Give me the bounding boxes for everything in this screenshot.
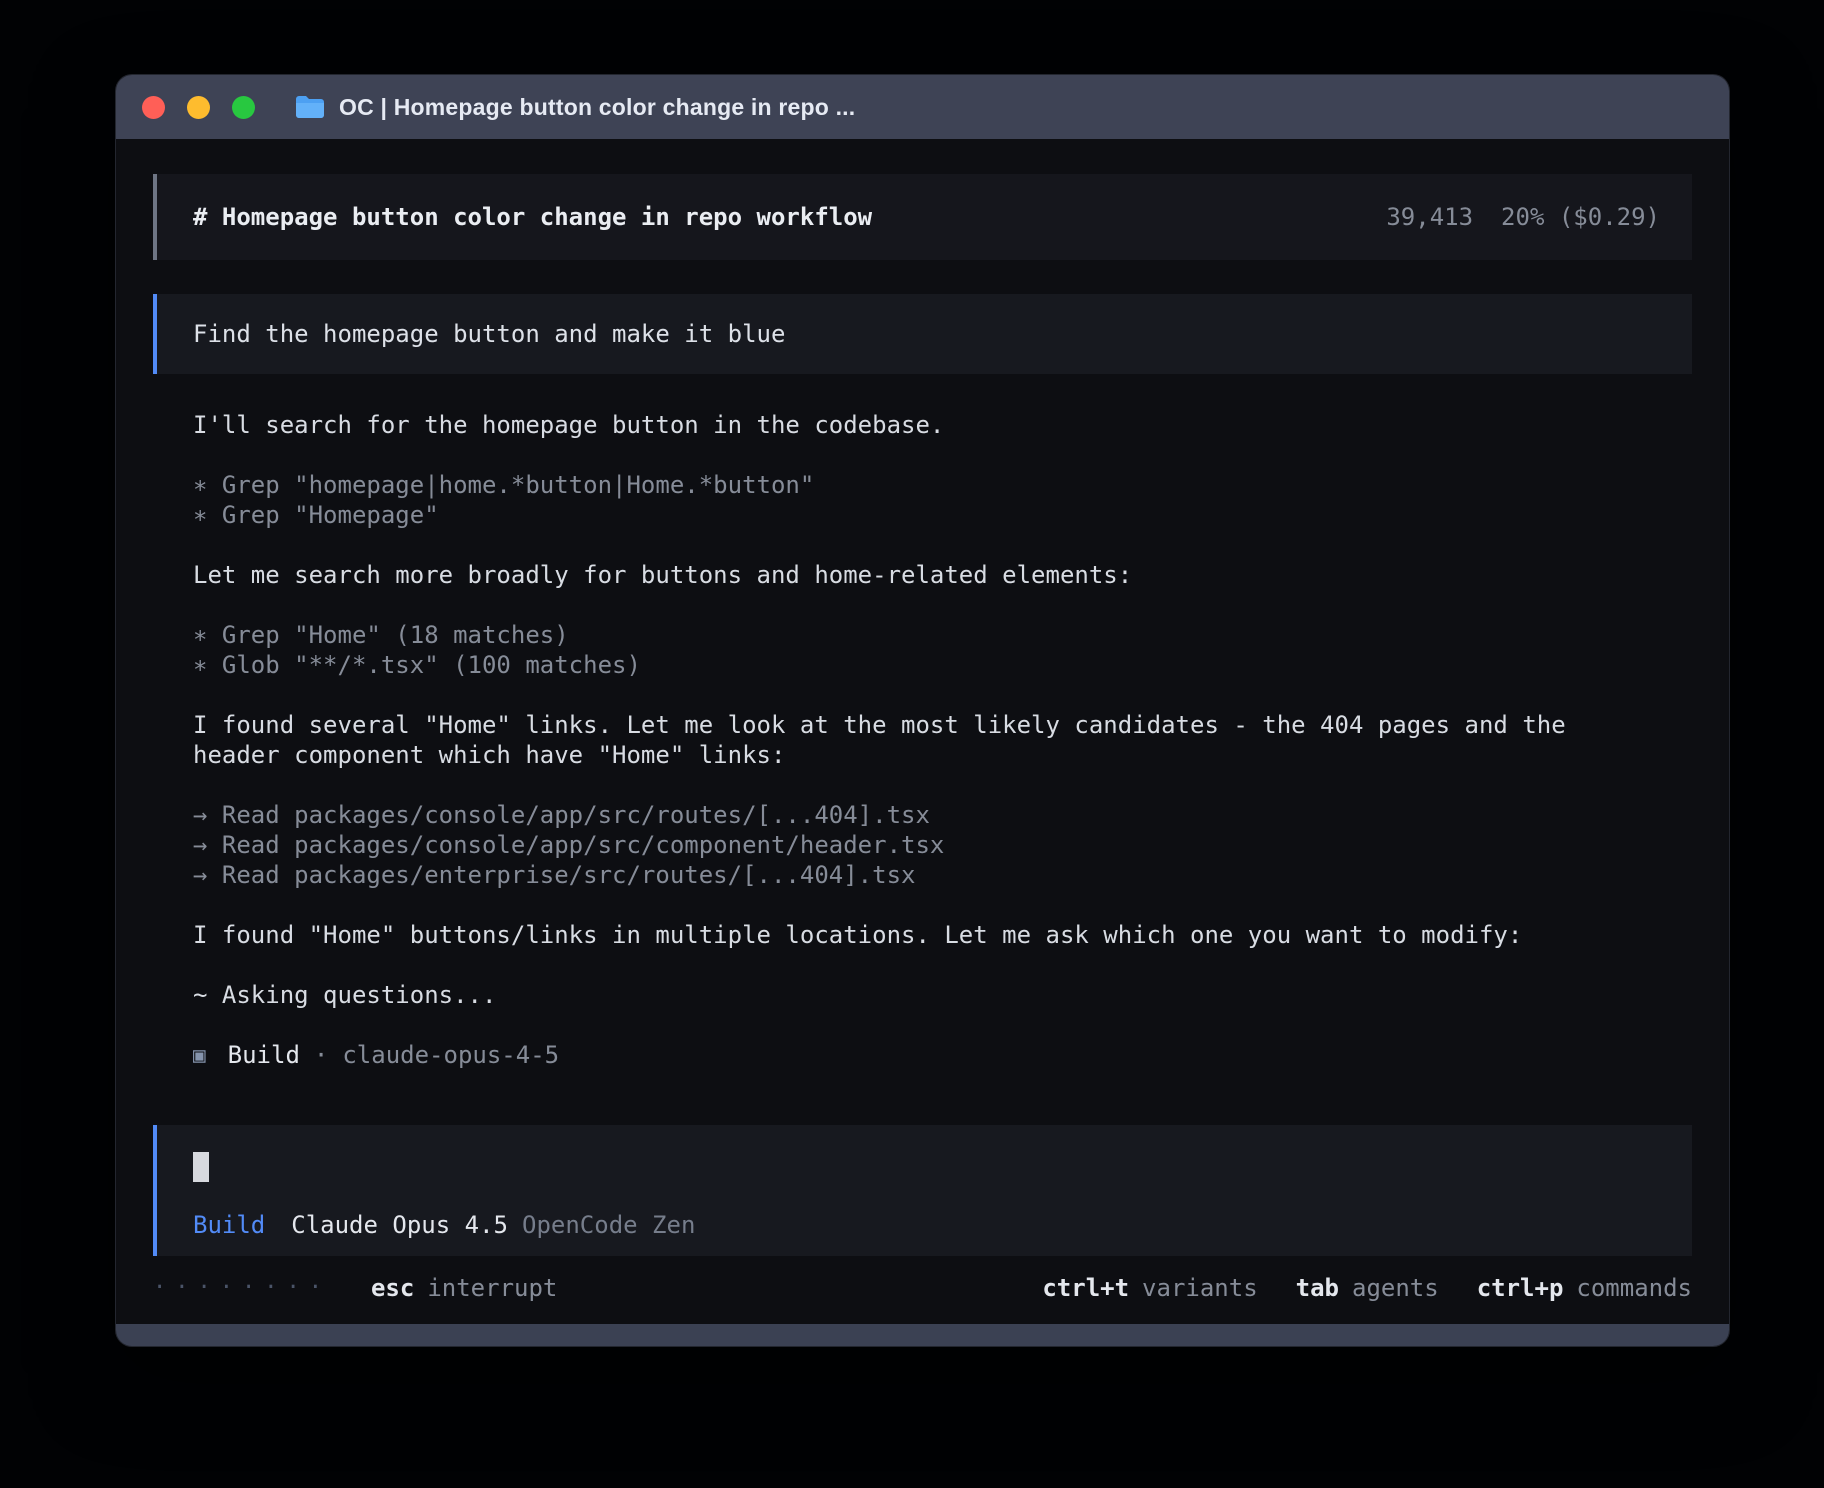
provider-label: OpenCode Zen: [522, 1210, 695, 1240]
hint-commands: ctrl+p commands: [1477, 1273, 1692, 1303]
status-bar: ········ esc interrupt ctrl+t variants t…: [116, 1256, 1729, 1324]
context-cost: 20% ($0.29): [1501, 202, 1660, 232]
title-group: OC | Homepage button color change in rep…: [295, 94, 855, 121]
variants-key: ctrl+t: [1042, 1273, 1129, 1303]
agent-icon: ▣: [193, 1040, 206, 1070]
model-label: Claude Opus 4.5: [291, 1210, 508, 1240]
mode-label[interactable]: Build: [193, 1210, 265, 1240]
status-left: ········ esc interrupt: [153, 1273, 557, 1303]
folder-icon: [295, 95, 325, 119]
terminal-content: # Homepage button color change in repo w…: [116, 139, 1729, 1256]
agent-separator: ·: [314, 1040, 328, 1070]
text-cursor: [193, 1152, 209, 1182]
spinner-dots: ········: [153, 1273, 331, 1303]
window-titlebar[interactable]: OC | Homepage button color change in rep…: [116, 75, 1729, 139]
agent-name: Build: [228, 1040, 300, 1070]
zoom-button[interactable]: [232, 96, 255, 119]
commands-key: ctrl+p: [1477, 1273, 1564, 1303]
user-message-text: Find the homepage button and make it blu…: [193, 320, 785, 348]
variants-label: variants: [1142, 1273, 1258, 1303]
tool-call-glob: ∗ Glob "**/*.tsx" (100 matches): [193, 650, 1692, 680]
tool-call-group: → Read packages/console/app/src/routes/[…: [193, 800, 1692, 890]
commands-label: commands: [1576, 1273, 1692, 1303]
agent-model: claude-opus-4-5: [342, 1040, 559, 1070]
session-title: # Homepage button color change in repo w…: [193, 202, 872, 232]
assistant-paragraph: I'll search for the homepage button in t…: [193, 410, 1613, 440]
asking-questions-status: ~ Asking questions...: [193, 980, 1613, 1010]
input-meta: Build Claude Opus 4.5 OpenCode Zen: [193, 1210, 1660, 1240]
hint-variants: ctrl+t variants: [1042, 1273, 1257, 1303]
window-title: OC | Homepage button color change in rep…: [339, 94, 855, 121]
traffic-lights: [142, 96, 255, 119]
user-message: Find the homepage button and make it blu…: [153, 294, 1692, 374]
agents-label: agents: [1352, 1273, 1439, 1303]
tool-call-grep: ∗ Grep "Homepage": [193, 500, 1692, 530]
window-bottom-edge: [116, 1324, 1729, 1346]
tool-call-read: → Read packages/enterprise/src/routes/[.…: [193, 860, 1692, 890]
assistant-paragraph: Let me search more broadly for buttons a…: [193, 560, 1613, 590]
agents-key: tab: [1296, 1273, 1339, 1303]
assistant-transcript: I'll search for the homepage button in t…: [153, 410, 1692, 1104]
hint-agents: tab agents: [1296, 1273, 1439, 1303]
minimize-button[interactable]: [187, 96, 210, 119]
close-button[interactable]: [142, 96, 165, 119]
tool-call-group: ∗ Grep "homepage|home.*button|Home.*butt…: [193, 470, 1692, 530]
esc-label: interrupt: [427, 1273, 557, 1303]
session-stats: 39,413 20% ($0.29): [1386, 202, 1660, 232]
tool-call-read: → Read packages/console/app/src/routes/[…: [193, 800, 1692, 830]
token-count: 39,413: [1386, 202, 1473, 232]
agent-status-line: ▣ Build · claude-opus-4-5: [193, 1040, 1692, 1070]
tool-call-read: → Read packages/console/app/src/componen…: [193, 830, 1692, 860]
esc-key: esc: [371, 1273, 414, 1303]
tool-call-group: ∗ Grep "Home" (18 matches) ∗ Glob "**/*.…: [193, 620, 1692, 680]
assistant-paragraph: I found several "Home" links. Let me loo…: [193, 710, 1613, 770]
terminal-window: OC | Homepage button color change in rep…: [116, 75, 1729, 1346]
session-header: # Homepage button color change in repo w…: [153, 174, 1692, 260]
assistant-paragraph: I found "Home" buttons/links in multiple…: [193, 920, 1613, 950]
hint-interrupt: esc interrupt: [371, 1273, 557, 1303]
tool-call-grep: ∗ Grep "Home" (18 matches): [193, 620, 1692, 650]
prompt-input[interactable]: Build Claude Opus 4.5 OpenCode Zen: [153, 1125, 1692, 1256]
status-right: ctrl+t variants tab agents ctrl+p comman…: [1042, 1273, 1692, 1303]
tool-call-grep: ∗ Grep "homepage|home.*button|Home.*butt…: [193, 470, 1692, 500]
